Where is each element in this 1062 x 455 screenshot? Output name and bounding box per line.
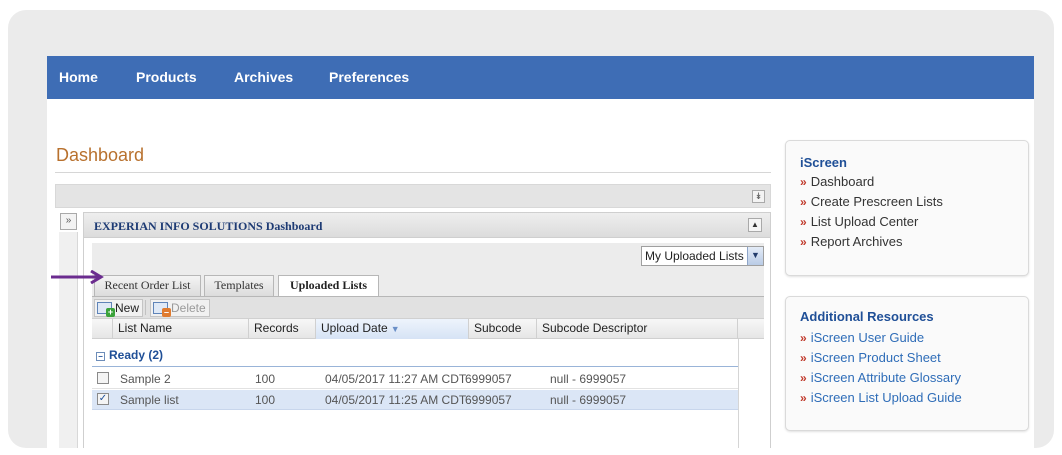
tab-recent-order-list[interactable]: Recent Order List	[94, 275, 201, 296]
arrow-right-icon	[51, 270, 104, 284]
grid-scroll-area[interactable]	[738, 339, 764, 448]
column-header-list-name[interactable]: List Name	[113, 319, 249, 339]
bullet-icon: »	[800, 215, 807, 229]
bullet-icon: »	[800, 195, 807, 209]
nav-archives[interactable]: Archives	[234, 69, 293, 85]
cell-subcode-descriptor: null - 6999057	[550, 393, 627, 407]
column-header-upload-date[interactable]: Upload Date ▼	[316, 319, 469, 339]
screenshot-frame: Home Products Archives Preferences Dashb…	[8, 10, 1054, 448]
tab-templates[interactable]: Templates	[204, 275, 274, 296]
link-attribute-glossary[interactable]: » iScreen Attribute Glossary	[800, 370, 961, 385]
bullet-icon: »	[800, 235, 807, 249]
cell-subcode: 6999057	[465, 393, 512, 407]
list-view-select-value: My Uploaded Lists	[645, 249, 744, 263]
minus-box-icon[interactable]: −	[96, 352, 105, 361]
link-dashboard[interactable]: » Dashboard	[800, 174, 874, 189]
cell-subcode-descriptor: null - 6999057	[550, 372, 627, 386]
top-navbar: Home Products Archives Preferences	[47, 56, 1034, 99]
nav-preferences[interactable]: Preferences	[329, 69, 409, 85]
cell-upload-date: 04/05/2017 11:25 AM CDT	[325, 393, 467, 407]
bullet-icon: »	[800, 391, 807, 405]
link-report-archives-label: Report Archives	[810, 234, 903, 249]
panel-content: My Uploaded Lists ▼ Recent Order List Te…	[92, 243, 764, 448]
cell-records: 100	[255, 372, 276, 386]
link-list-upload-center[interactable]: » List Upload Center	[800, 214, 918, 229]
tab-uploaded-lists[interactable]: Uploaded Lists	[278, 275, 379, 297]
link-product-sheet[interactable]: » iScreen Product Sheet	[800, 350, 941, 365]
page-title: Dashboard	[56, 145, 145, 165]
cell-list-name: Sample list	[120, 393, 179, 407]
column-header-subcode-descriptor[interactable]: Subcode Descriptor	[537, 319, 738, 339]
resources-box: Additional Resources » iScreen User Guide…	[785, 296, 1029, 431]
nav-products[interactable]: Products	[136, 69, 197, 85]
table-row[interactable]: ✓ Sample list 100 04/05/2017 11:25 AM CD…	[92, 390, 738, 410]
iscreen-box-title: iScreen	[800, 155, 847, 170]
nav-home[interactable]: Home	[59, 69, 98, 85]
cell-upload-date: 04/05/2017 11:27 AM CDT	[325, 372, 467, 386]
grid-toolbar: + New – Delete	[92, 297, 764, 318]
new-list-icon: +	[97, 302, 115, 317]
panel-title: EXPERIAN INFO SOLUTIONS Dashboard	[94, 219, 323, 233]
delete-list-icon: –	[153, 302, 171, 317]
double-chevron-right-icon[interactable]: »	[60, 213, 77, 230]
toolbar-separator	[145, 300, 146, 315]
delete-button[interactable]: – Delete	[150, 299, 210, 317]
grid-header: List Name Records Upload Date ▼ Subcode S…	[92, 318, 764, 339]
row-checkbox[interactable]	[97, 372, 109, 384]
link-user-guide[interactable]: » iScreen User Guide	[800, 330, 924, 345]
side-rail	[59, 232, 78, 448]
title-divider	[55, 172, 771, 173]
bullet-icon: »	[800, 331, 807, 345]
link-report-archives[interactable]: » Report Archives	[800, 234, 902, 249]
chevron-down-icon[interactable]: ▼	[747, 247, 763, 265]
triangle-up-icon[interactable]: ▲	[748, 218, 762, 232]
cell-subcode: 6999057	[465, 372, 512, 386]
double-chevron-down-icon[interactable]: ↡	[752, 190, 765, 203]
delete-button-label: Delete	[171, 301, 206, 315]
list-view-select[interactable]: My Uploaded Lists ▼	[641, 246, 764, 266]
link-create-prescreen-lists[interactable]: » Create Prescreen Lists	[800, 194, 943, 209]
iscreen-box: iScreen » Dashboard » Create Prescreen Lis…	[785, 140, 1029, 276]
link-attribute-glossary-label: iScreen Attribute Glossary	[810, 370, 961, 385]
resources-box-title: Additional Resources	[800, 309, 934, 324]
new-button[interactable]: + New	[94, 299, 144, 317]
row-checkbox-checked[interactable]: ✓	[97, 393, 109, 405]
column-header-upload-date-label: Upload Date	[321, 321, 388, 335]
bullet-icon: »	[800, 371, 807, 385]
table-row[interactable]: Sample 2 100 04/05/2017 11:27 AM CDT 699…	[92, 369, 738, 389]
app-page: Home Products Archives Preferences Dashb…	[47, 56, 1034, 448]
grid-body: − Ready (2) Sample 2 100 04/05/2017 11:27…	[92, 339, 764, 448]
link-list-upload-guide[interactable]: » iScreen List Upload Guide	[800, 390, 962, 405]
link-list-upload-guide-label: iScreen List Upload Guide	[810, 390, 962, 405]
bullet-icon: »	[800, 351, 807, 365]
link-user-guide-label: iScreen User Guide	[810, 330, 925, 345]
link-create-prescreen-lists-label: Create Prescreen Lists	[810, 194, 943, 209]
dashboard-panel: EXPERIAN INFO SOLUTIONS Dashboard ▲ My U…	[83, 212, 771, 448]
group-label-text: Ready (2)	[109, 348, 164, 362]
column-header-subcode[interactable]: Subcode	[469, 319, 537, 339]
sort-descending-icon: ▼	[390, 324, 400, 334]
cell-list-name: Sample 2	[120, 372, 171, 386]
column-header-records[interactable]: Records	[249, 319, 316, 339]
dashboard-toolbar: ↡	[55, 184, 771, 208]
new-button-label: New	[115, 301, 140, 315]
link-list-upload-center-label: List Upload Center	[810, 214, 919, 229]
link-product-sheet-label: iScreen Product Sheet	[810, 350, 941, 365]
group-row-ready[interactable]: − Ready (2)	[92, 343, 764, 367]
cell-records: 100	[255, 393, 276, 407]
bullet-icon: »	[800, 175, 807, 189]
checkbox-column-header	[92, 319, 113, 339]
link-dashboard-label: Dashboard	[810, 174, 875, 189]
panel-header: EXPERIAN INFO SOLUTIONS Dashboard ▲	[84, 213, 770, 238]
group-label: − Ready (2)	[96, 348, 163, 362]
